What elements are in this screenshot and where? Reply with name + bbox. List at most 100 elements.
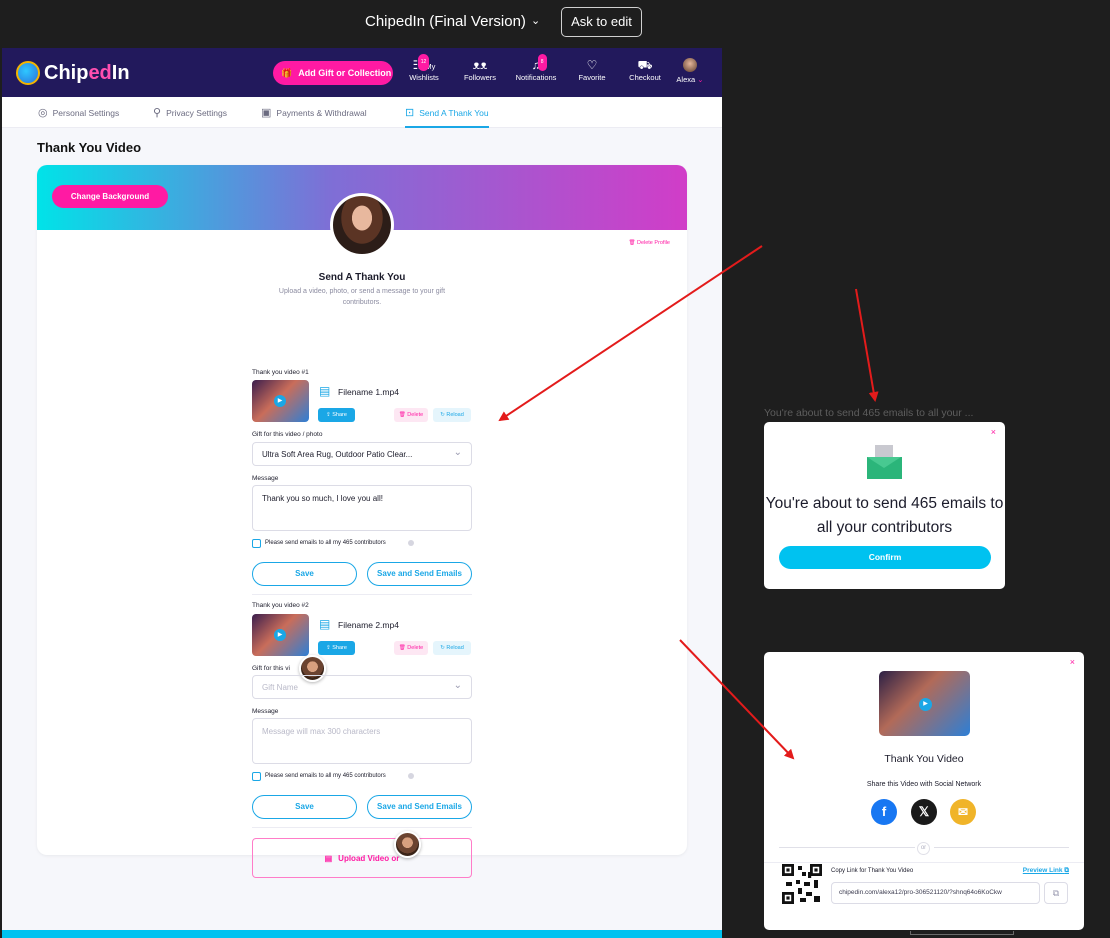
video-2-message-input[interactable]: Message will max 300 characters bbox=[252, 718, 472, 764]
file-title[interactable]: ChipedIn (Final Version) bbox=[365, 13, 526, 30]
envelope-icon bbox=[867, 445, 902, 479]
video-thumbnail[interactable]: ▶ bbox=[879, 671, 970, 736]
logo[interactable]: ChipedIn bbox=[16, 61, 130, 85]
delete-profile-link[interactable]: 🗑 Delete Profile bbox=[628, 240, 670, 246]
external-link-icon: ⧉ bbox=[1064, 867, 1069, 874]
logo-mark-icon bbox=[16, 61, 40, 85]
film-icon: ▤ bbox=[324, 853, 333, 863]
send-thank-you-subtitle: Upload a video, photo, or send a message… bbox=[278, 288, 446, 306]
tab-privacy-settings[interactable]: ⚲ Privacy Settings bbox=[153, 106, 227, 119]
upload-video-button[interactable]: ▤ Upload Video or bbox=[252, 838, 472, 878]
send-thank-you-title: Send A Thank You bbox=[318, 272, 406, 283]
video-1-message-input[interactable]: Thank you so much, I love you all! bbox=[252, 485, 472, 531]
add-gift-button[interactable]: 🎁 Add Gift or Collection bbox=[273, 61, 393, 85]
confirm-send-modal: × You're about to send 465 emails to all… bbox=[764, 422, 1005, 589]
followers-icon: ᴥᴥ bbox=[472, 58, 488, 72]
video-1-label: Thank you video #1 bbox=[252, 369, 309, 376]
nav-notifications[interactable]: ♫ 8 Notifications bbox=[512, 54, 560, 82]
user-circle-icon: ◎ bbox=[38, 107, 48, 119]
x-icon[interactable]: 𝕏 bbox=[911, 799, 937, 825]
video-1-filename: Filename 1.mp4 bbox=[338, 387, 399, 397]
heart-icon: ♡ bbox=[586, 58, 598, 72]
tab-personal-settings[interactable]: ◎ Personal Settings bbox=[38, 106, 119, 119]
info-icon[interactable] bbox=[408, 773, 414, 779]
nav-user-menu[interactable]: Alexa ⌄ bbox=[672, 58, 708, 84]
video-1-delete-button[interactable]: 🗑 Delete bbox=[394, 408, 428, 422]
settings-tabs: ◎ Personal Settings ⚲ Privacy Settings ▣ Pa… bbox=[2, 97, 722, 128]
send-emails-label: Please send emails to all my 465 contrib… bbox=[265, 540, 386, 546]
message-label: Message bbox=[252, 708, 279, 715]
tab-send-thank-you[interactable]: ⊡ Send A Thank You bbox=[405, 106, 489, 128]
video-icon: ⊡ bbox=[405, 107, 415, 119]
collaborator-cursor-avatar bbox=[394, 831, 421, 858]
gift-icon: 🎁 bbox=[281, 67, 293, 78]
key-icon: ⚲ bbox=[153, 107, 162, 119]
facebook-icon[interactable]: f bbox=[871, 799, 897, 825]
film-icon: ▤ bbox=[319, 617, 331, 631]
email-icon[interactable]: ✉ bbox=[950, 799, 976, 825]
wishlist-icon: ☷12 bbox=[413, 54, 430, 73]
profile-avatar bbox=[330, 193, 394, 257]
trash-icon: 🗑 bbox=[628, 240, 636, 246]
thank-you-card: Change Background 🗑 Delete Profile Send … bbox=[37, 165, 687, 878]
film-icon: ▤ bbox=[319, 384, 331, 398]
video-1-share-button[interactable]: ⇪ Share bbox=[318, 408, 355, 422]
confirm-button[interactable]: Confirm bbox=[779, 546, 991, 569]
video-1-thumbnail[interactable]: ▶ bbox=[252, 380, 309, 422]
video-1-gift-select[interactable]: Ultra Soft Area Rug, Outdoor Patio Clear… bbox=[252, 442, 472, 466]
share-video-modal: × ▶ Thank You Video Share this Video wit… bbox=[764, 652, 1084, 930]
video-1-send-emails-checkbox[interactable] bbox=[252, 539, 261, 548]
video-2-save-button[interactable]: Save bbox=[252, 795, 357, 819]
frame-edge bbox=[910, 931, 1014, 935]
video-2-thumbnail[interactable]: ▶ bbox=[252, 614, 309, 656]
gift-label: Gift for this vi bbox=[252, 665, 290, 672]
frame-label: You're about to send 465 emails to all y… bbox=[764, 407, 974, 419]
app-frame: ChipedIn 🎁 Add Gift or Collection ☷12 My… bbox=[2, 48, 722, 938]
divider bbox=[779, 847, 915, 848]
video-2-reload-button[interactable]: ↻ Reload bbox=[433, 641, 471, 655]
close-icon[interactable]: × bbox=[1070, 657, 1075, 667]
page-title: Thank You Video bbox=[37, 140, 142, 155]
video-2-gift-select[interactable]: Gift Name ⌄ bbox=[252, 675, 472, 699]
nav-followers[interactable]: ᴥᴥ Followers bbox=[459, 58, 501, 82]
video-2-send-emails-checkbox[interactable] bbox=[252, 772, 261, 781]
play-icon: ▶ bbox=[919, 698, 932, 711]
copy-icon[interactable]: ⧉ bbox=[1044, 882, 1068, 904]
wallet-icon: ▣ bbox=[261, 107, 272, 119]
change-background-button[interactable]: Change Background bbox=[52, 185, 168, 208]
nav-my-wishlists[interactable]: ☷12 My Wishlists bbox=[402, 54, 446, 82]
footer-bar bbox=[2, 930, 722, 938]
close-icon[interactable]: × bbox=[991, 427, 996, 437]
share-modal-subtitle: Share this Video with Social Network bbox=[866, 781, 982, 788]
video-2-label: Thank you video #2 bbox=[252, 602, 309, 609]
gift-label: Gift for this video / photo bbox=[252, 431, 323, 438]
bell-icon: ♫ 8 bbox=[532, 54, 547, 73]
avatar bbox=[683, 58, 697, 72]
preview-link[interactable]: Preview Link ⧉ bbox=[1023, 867, 1069, 875]
tab-payments-withdrawal[interactable]: ▣ Payments & Withdrawal bbox=[261, 106, 367, 119]
play-icon: ▶ bbox=[274, 395, 286, 407]
play-icon: ▶ bbox=[274, 629, 286, 641]
nav-checkout[interactable]: ⛟ Checkout bbox=[626, 58, 664, 82]
share-modal-title: Thank You Video bbox=[884, 753, 964, 765]
or-separator: or bbox=[917, 842, 930, 855]
video-2-save-send-button[interactable]: Save and Send Emails bbox=[367, 795, 472, 819]
video-2-delete-button[interactable]: 🗑 Delete bbox=[394, 641, 428, 655]
confirm-message: You're about to send 465 emails to all y… bbox=[765, 495, 1004, 536]
divider bbox=[934, 847, 1069, 848]
info-icon[interactable] bbox=[408, 540, 414, 546]
top-nav: ChipedIn 🎁 Add Gift or Collection ☷12 My… bbox=[2, 48, 722, 97]
qr-code-icon bbox=[782, 864, 822, 904]
video-1-save-send-button[interactable]: Save and Send Emails bbox=[367, 562, 472, 586]
divider bbox=[764, 862, 1084, 863]
logo-text: ChipedIn bbox=[44, 61, 130, 84]
chevron-down-icon: ⌄ bbox=[453, 680, 462, 691]
ask-to-edit-button[interactable]: Ask to edit bbox=[561, 7, 642, 37]
chevron-down-icon[interactable]: ⌄ bbox=[531, 14, 540, 27]
video-2-share-button[interactable]: ⇪ Share bbox=[318, 641, 355, 655]
share-link-field[interactable]: chipedin.com/alexa12/pro-306521120/?shnq… bbox=[831, 882, 1040, 904]
nav-favorite[interactable]: ♡ Favorite bbox=[574, 58, 610, 82]
video-1-reload-button[interactable]: ↻ Reload bbox=[433, 408, 471, 422]
chevron-down-icon: ⌄ bbox=[695, 75, 704, 84]
video-1-save-button[interactable]: Save bbox=[252, 562, 357, 586]
